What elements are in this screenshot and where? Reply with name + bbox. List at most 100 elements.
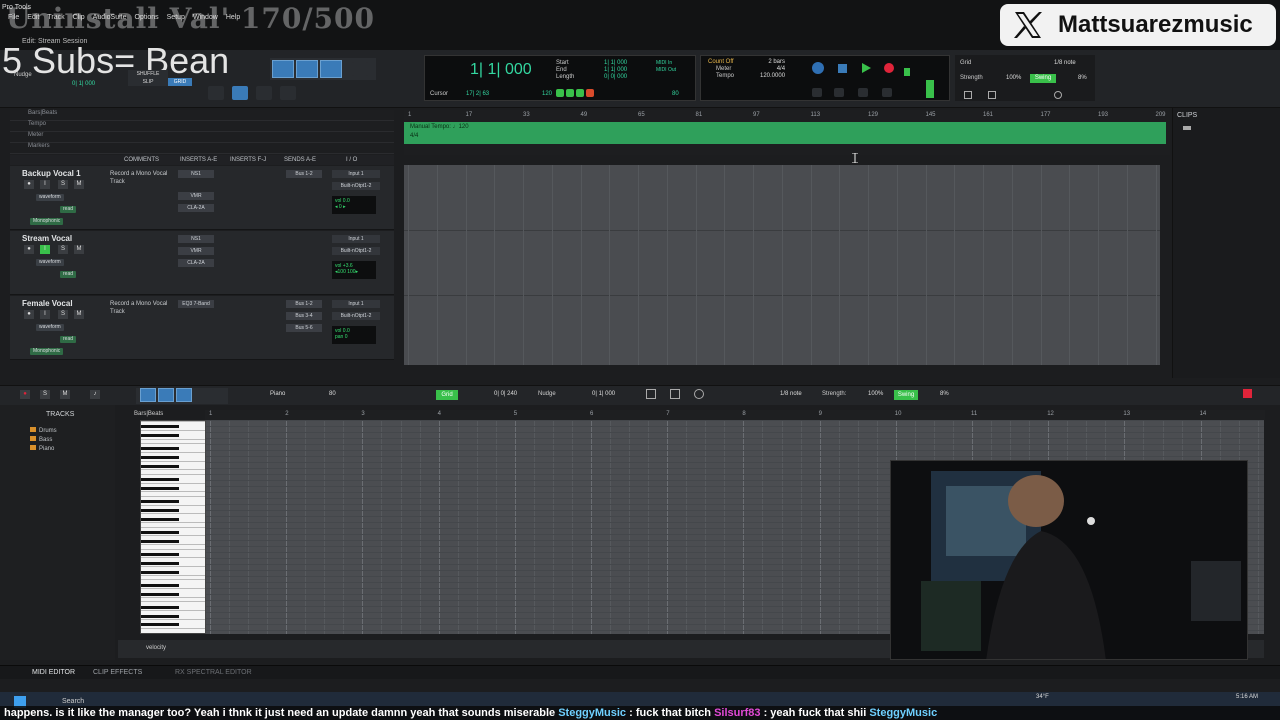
white-key[interactable] (141, 535, 205, 537)
input-monitor-button[interactable]: I (40, 180, 50, 189)
nudge-value[interactable]: 0| 1| 000 (72, 81, 95, 87)
return-to-zero-icon[interactable] (812, 88, 822, 97)
midi-grabber-tool-icon[interactable] (176, 388, 192, 402)
record-enable-button[interactable]: ● (24, 180, 34, 189)
count-off-value[interactable]: 2 bars (760, 59, 785, 66)
white-key[interactable] (141, 526, 205, 528)
input-monitor-button[interactable]: I (40, 310, 50, 319)
taskbar-search[interactable]: Search (62, 698, 84, 705)
track-name[interactable]: Backup Vocal 1 (22, 169, 81, 178)
midi-nudge-value[interactable]: 0| 1| 000 (592, 391, 615, 397)
meter-value[interactable]: 4/4 (760, 66, 785, 73)
track-list-item[interactable]: Drums (30, 427, 57, 434)
insert-3[interactable]: CLA-2A (178, 259, 214, 267)
track-view-selector[interactable]: waveform (36, 324, 64, 331)
midi-select-tool-icon[interactable] (158, 388, 174, 402)
swing-toggle[interactable]: Swing (1030, 74, 1056, 83)
record-icon[interactable] (884, 63, 894, 73)
length-value[interactable]: 0| 0| 000 (604, 74, 627, 81)
insert-2[interactable]: VMR (178, 192, 214, 200)
black-key[interactable] (141, 614, 179, 618)
midi-settings-icon[interactable] (694, 389, 704, 399)
vertical-scrollbar[interactable] (1160, 165, 1168, 365)
solo-button[interactable]: S (58, 310, 68, 319)
white-key[interactable] (141, 421, 205, 422)
scrubber-tool-icon[interactable] (352, 62, 368, 76)
track-list-item[interactable]: Piano (30, 445, 54, 452)
send-a[interactable]: Bus 1-2 (286, 170, 322, 178)
solo-button[interactable]: S (58, 180, 68, 189)
main-counter[interactable]: 1| 1| 000 (470, 61, 532, 79)
white-key[interactable] (141, 491, 205, 493)
start-value[interactable]: 1| 1| 000 (604, 60, 627, 67)
white-key[interactable] (141, 575, 205, 576)
grid-mode[interactable]: GRID (168, 78, 192, 86)
timeline-rulers[interactable]: 1 17 33 49 65 81 97 113 129 145 161 177 193 209 Manua… (404, 110, 1170, 155)
midi-grid-toggle[interactable]: Grid (436, 390, 458, 400)
track-female-vocal[interactable]: Female Vocal ● I S M waveform read Monop… (10, 296, 394, 360)
black-key[interactable] (141, 553, 179, 556)
midi-note-value[interactable]: 1/8 note (780, 391, 802, 397)
input-monitor-button[interactable]: I (40, 245, 50, 254)
white-key[interactable] (141, 522, 205, 524)
black-key[interactable] (141, 583, 179, 587)
white-key[interactable] (141, 548, 205, 550)
black-key[interactable] (141, 561, 179, 565)
midi-grid-value[interactable]: 0| 0| 240 (494, 391, 517, 397)
black-key[interactable] (141, 447, 179, 451)
white-key[interactable] (141, 579, 205, 581)
track-view-selector[interactable]: waveform (36, 259, 64, 266)
zoom-out-icon[interactable] (208, 86, 224, 100)
mute-button[interactable]: M (74, 245, 84, 254)
mute-button[interactable]: M (74, 180, 84, 189)
mute-button[interactable]: M (74, 310, 84, 319)
quantize-icon[interactable] (964, 91, 972, 99)
input-selector[interactable]: Input 1 (332, 170, 380, 178)
stop-icon[interactable] (838, 64, 847, 73)
tab-midi-editor[interactable]: MIDI EDITOR (32, 669, 75, 676)
send-b[interactable]: Bus 3-4 (286, 312, 322, 320)
insert-1[interactable]: NS1 (178, 170, 214, 178)
insert-2[interactable]: VMR (178, 247, 214, 255)
black-key[interactable] (141, 434, 179, 438)
solo-button[interactable]: S (58, 245, 68, 254)
black-key[interactable] (141, 592, 179, 596)
midi-zoom-icon[interactable] (670, 389, 680, 399)
white-key[interactable] (141, 601, 205, 603)
black-key[interactable] (141, 623, 179, 627)
white-key[interactable] (141, 619, 205, 620)
output-selector[interactable]: Built-nOtpt1-2 (332, 312, 380, 320)
play-icon[interactable] (862, 63, 871, 73)
grabber-tool-icon[interactable] (320, 60, 342, 78)
white-key[interactable] (141, 443, 205, 444)
strength-value[interactable]: 100% (1006, 75, 1021, 81)
record-enable-button[interactable]: ● (24, 310, 34, 319)
white-key[interactable] (141, 513, 205, 515)
black-key[interactable] (141, 570, 179, 574)
send-a[interactable]: Bus 1-2 (286, 300, 322, 308)
output-selector[interactable]: Built-nOtpt1-2 (332, 182, 380, 190)
countoff-icon[interactable] (576, 89, 584, 97)
insert-3[interactable]: CLA-2A (178, 204, 214, 212)
shuffle-mode[interactable]: SHUFFLE (137, 71, 160, 77)
track-name[interactable]: Female Vocal (22, 299, 73, 308)
zoom-fit-icon[interactable] (988, 91, 996, 99)
insert-1[interactable]: EQ3 7-Band (178, 300, 214, 308)
fast-forward-icon[interactable] (858, 88, 868, 97)
track-view-selector[interactable]: waveform (36, 194, 64, 201)
white-key[interactable] (141, 566, 205, 568)
swing-value[interactable]: 8% (1078, 75, 1087, 81)
tempo-value[interactable]: 120.0000 (760, 73, 785, 80)
zoom-tool-icon[interactable] (272, 60, 294, 78)
white-key[interactable] (141, 495, 205, 497)
filter-icon[interactable] (1183, 126, 1191, 132)
midi-bars-ruler[interactable]: 1 2 3 4 5 6 7 8 9 10 11 12 13 14 (205, 410, 1265, 420)
white-key[interactable] (141, 473, 205, 475)
elastic-mode[interactable]: Monophonic (30, 348, 64, 355)
edit-window-playlist[interactable] (404, 165, 1186, 365)
track-stream-vocal[interactable]: Stream Vocal ● I S M waveform read NS1 V… (10, 231, 394, 295)
grid-value[interactable]: 1/8 note (1054, 60, 1076, 66)
black-key[interactable] (141, 425, 179, 429)
white-key[interactable] (141, 451, 205, 453)
midi-swing-value[interactable]: 8% (940, 391, 949, 397)
